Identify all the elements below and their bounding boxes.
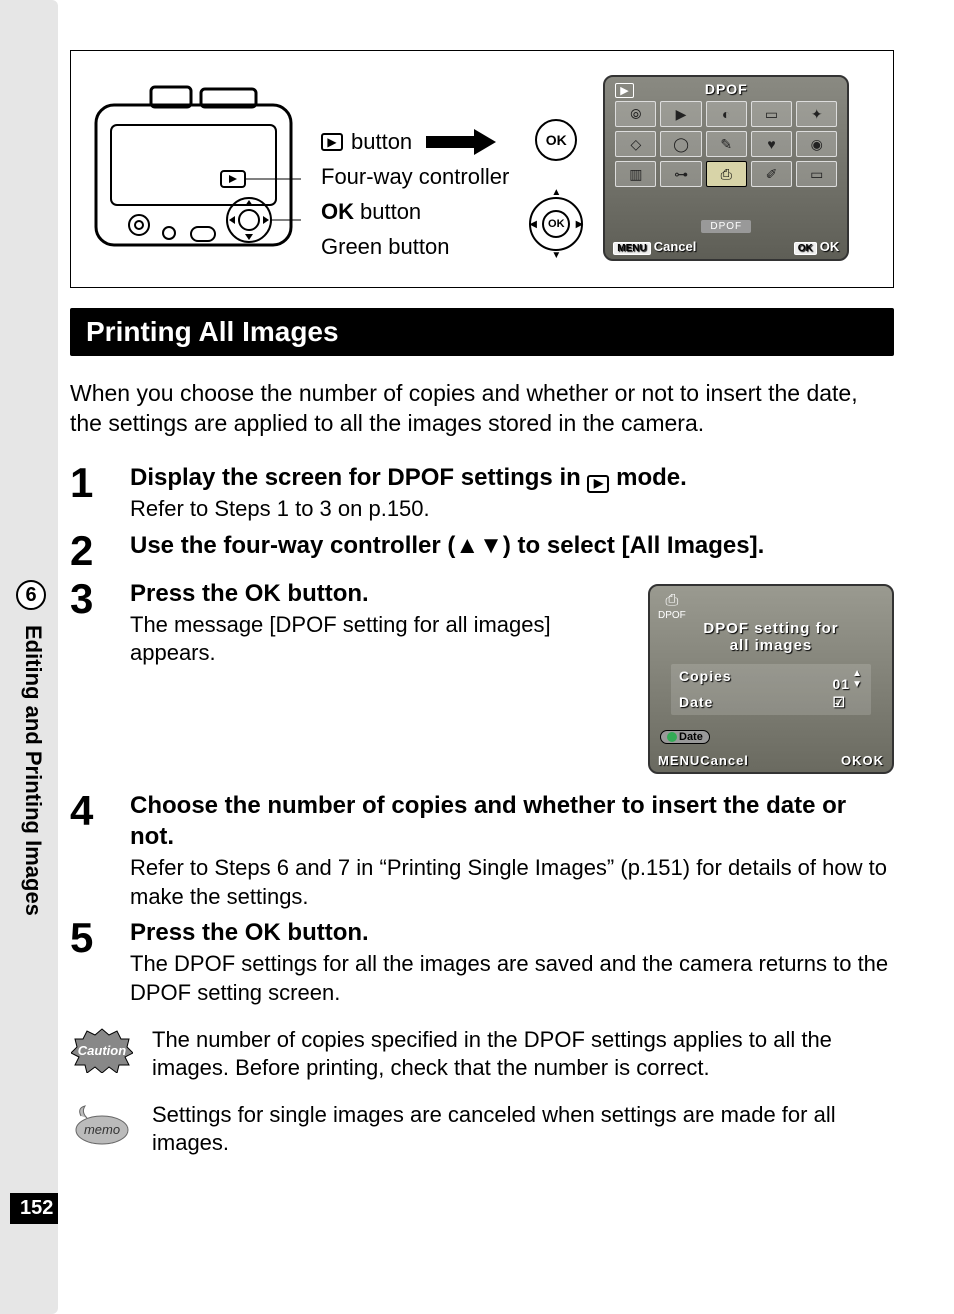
play-icon: ▶ xyxy=(587,475,609,493)
label-ok-text: button xyxy=(360,195,421,228)
date-checkbox-icon: ☑ xyxy=(833,694,863,711)
step-title: Choose the number of copies and whether … xyxy=(130,790,894,852)
grid-icon: ♥ xyxy=(751,131,792,157)
memo-note: memo Settings for single images are canc… xyxy=(70,1101,894,1158)
lcd2-settings: Copies 01▲▼ Date ☑ xyxy=(671,664,871,715)
date-label: Date xyxy=(679,694,833,711)
grid-icon: ▭ xyxy=(796,161,837,187)
ok-inline: OK xyxy=(245,580,281,607)
lcd2-ok: OKOK xyxy=(841,753,884,768)
label-fourway-text: Four-way controller xyxy=(321,160,509,193)
arrow-right-icon xyxy=(426,132,496,152)
step-title-post: button. xyxy=(281,580,369,607)
ok-inline: OK xyxy=(245,919,281,946)
step-desc: Refer to Steps 1 to 3 on p.150. xyxy=(130,495,894,524)
section-heading: Printing All Images xyxy=(70,308,894,356)
step-title: Display the screen for DPOF settings in … xyxy=(130,462,894,493)
step-1: 1 Display the screen for DPOF settings i… xyxy=(70,462,894,524)
caution-icon: Caution xyxy=(70,1026,134,1074)
step-desc: The DPOF settings for all the images are… xyxy=(130,950,894,1007)
grid-icon: ✐ xyxy=(751,161,792,187)
caution-note: Caution The number of copies specified i… xyxy=(70,1026,894,1083)
lcd-dpof-menu: ▶ DPOF ⦾ ▶ ◐ ▭ ✦ ◇ ◯ ✎ ♥ ◉ ▥ ⊶ ⎙ ✐ ▭ DPO… xyxy=(603,75,849,261)
svg-text:Caution: Caution xyxy=(78,1043,126,1058)
play-icon: ▶ xyxy=(321,133,343,151)
lcd-dpof-all-images: ⎙ DPOF DPOF setting for all images Copie… xyxy=(648,584,894,774)
dpof-tag-icon: ⎙ DPOF xyxy=(658,592,686,621)
ok-circle-icon: OK xyxy=(535,119,577,161)
copies-label: Copies xyxy=(679,668,833,692)
step-number: 5 xyxy=(70,917,106,959)
memo-text: Settings for single images are canceled … xyxy=(152,1101,894,1158)
step-number: 1 xyxy=(70,462,106,504)
grid-icon: ▭ xyxy=(751,101,792,127)
lcd-icon-grid: ⦾ ▶ ◐ ▭ ✦ ◇ ◯ ✎ ♥ ◉ ▥ ⊶ ⎙ ✐ ▭ xyxy=(605,97,847,191)
label-play-button: ▶ button xyxy=(321,125,509,158)
step-title-post: button. xyxy=(281,919,369,946)
step-2: 2 Use the four-way controller (▲▼) to se… xyxy=(70,530,894,572)
step-title-pre: Press the xyxy=(130,580,245,607)
step-number: 4 xyxy=(70,790,106,832)
camera-illustration xyxy=(91,75,301,265)
lcd2-message: DPOF setting for all images xyxy=(650,620,892,654)
step-number: 2 xyxy=(70,530,106,572)
step-title: Use the four-way controller (▲▼) to sele… xyxy=(130,530,894,561)
lcd2-cancel: MENUCancel xyxy=(658,753,749,768)
button-icon-column: OK ▲ ▼ ◀ ▶ OK xyxy=(529,75,583,251)
step-title-pre: Display the screen for DPOF settings in xyxy=(130,464,587,491)
grid-icon: ▥ xyxy=(615,161,656,187)
grid-icon: ◉ xyxy=(796,131,837,157)
lcd-ok: OKOK xyxy=(794,239,840,255)
step-title-pre: Press the xyxy=(130,919,245,946)
step-4: 4 Choose the number of copies and whethe… xyxy=(70,790,894,912)
lcd-cancel: MENUCancel xyxy=(613,239,696,255)
ok-badge: OK xyxy=(841,753,863,768)
menu-badge: MENU xyxy=(613,242,650,255)
grid-icon: ◯ xyxy=(660,131,701,157)
label-green-button: Green button xyxy=(321,230,509,263)
play-mode-icon: ▶ xyxy=(615,83,633,98)
step-desc: Refer to Steps 6 and 7 in “Printing Sing… xyxy=(130,854,894,911)
step-title-post: mode. xyxy=(609,464,686,491)
grid-icon: ◇ xyxy=(615,131,656,157)
lcd-title: DPOF xyxy=(605,81,847,97)
lcd2-msg-line1: DPOF setting for xyxy=(650,620,892,637)
grid-icon-dpof-selected: ⎙ xyxy=(706,161,747,187)
controls-diagram: ▶ button Four-way controller OK button G… xyxy=(70,50,894,288)
step-title: Press the OK button. xyxy=(130,917,894,948)
fourway-ok-icon: ▲ ▼ ◀ ▶ OK xyxy=(529,197,583,251)
grid-icon: ✎ xyxy=(706,131,747,157)
svg-text:memo: memo xyxy=(84,1122,120,1137)
dpof-tag-text: DPOF xyxy=(658,610,686,621)
label-fourway: Four-way controller xyxy=(321,160,509,193)
lcd2-msg-line2: all images xyxy=(650,637,892,654)
grid-icon: ⊶ xyxy=(660,161,701,187)
steps-list: 1 Display the screen for DPOF settings i… xyxy=(70,462,894,1008)
grid-icon: ⦾ xyxy=(615,101,656,127)
grid-icon: ◐ xyxy=(706,101,747,127)
ok-badge: OK xyxy=(794,242,817,255)
diagram-labels: ▶ button Four-way controller OK button G… xyxy=(321,75,509,265)
intro-paragraph: When you choose the number of copies and… xyxy=(70,379,894,439)
memo-icon: memo xyxy=(70,1101,134,1149)
ok-word: OK xyxy=(321,195,354,228)
date-pill: Date xyxy=(660,730,710,744)
step-3: 3 ⎙ DPOF DPOF setting for all images Cop… xyxy=(70,578,894,784)
copies-value: 01▲▼ xyxy=(833,668,863,692)
step-number: 3 xyxy=(70,578,106,620)
caution-text: The number of copies specified in the DP… xyxy=(152,1026,894,1083)
label-green-text: Green button xyxy=(321,230,449,263)
label-play-text: button xyxy=(351,125,412,158)
lcd-selection-caption: DPOF xyxy=(701,220,751,233)
grid-icon: ▶ xyxy=(660,101,701,127)
label-ok-button: OK button xyxy=(321,195,509,228)
step-5: 5 Press the OK button. The DPOF settings… xyxy=(70,917,894,1007)
grid-icon: ✦ xyxy=(796,101,837,127)
menu-badge: MENU xyxy=(658,753,700,768)
